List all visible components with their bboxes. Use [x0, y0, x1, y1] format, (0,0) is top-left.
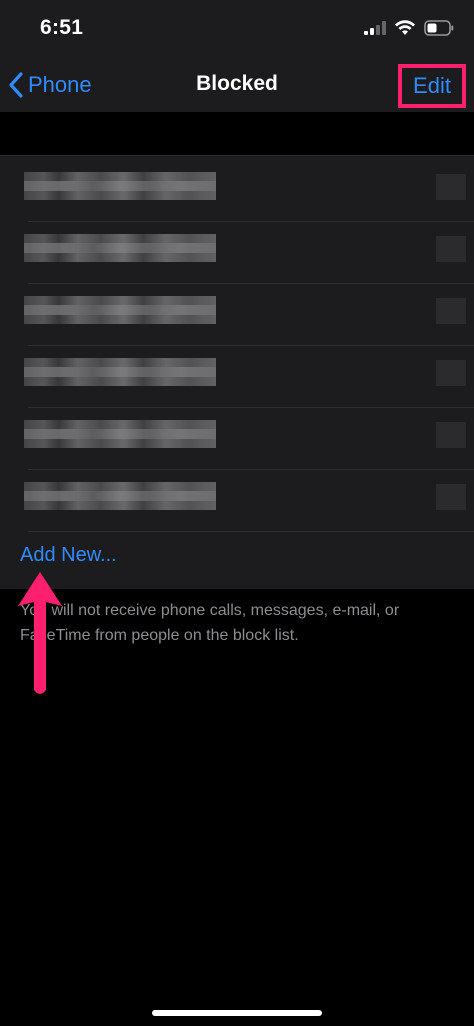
blurred-detail	[436, 422, 466, 448]
blurred-contact	[24, 296, 216, 324]
blurred-detail	[436, 298, 466, 324]
status-bar: 6:51	[0, 0, 474, 58]
navigation-bar: Phone Blocked Edit	[0, 58, 474, 112]
blurred-contact	[24, 358, 216, 386]
blocked-contact-row[interactable]	[14, 280, 474, 346]
blocked-contacts-list	[0, 155, 474, 589]
status-icons	[364, 19, 454, 41]
blurred-contact	[24, 482, 216, 510]
wifi-icon	[394, 19, 416, 41]
blocked-contact-row[interactable]	[14, 218, 474, 284]
blocked-contact-row[interactable]	[14, 342, 474, 408]
blocked-contact-row[interactable]	[14, 404, 474, 470]
blurred-detail	[436, 174, 466, 200]
blocked-contact-row[interactable]	[14, 156, 474, 222]
status-time: 6:51	[40, 16, 84, 39]
blurred-detail	[436, 236, 466, 262]
add-new-button[interactable]: Add New...	[20, 544, 117, 567]
blocked-contact-row[interactable]	[14, 466, 474, 532]
blurred-detail	[436, 484, 466, 510]
home-indicator[interactable]	[152, 1010, 322, 1016]
block-list-footer-note: You will not receive phone calls, messag…	[20, 602, 400, 644]
cellular-signal-icon	[364, 20, 386, 40]
blurred-contact	[24, 420, 216, 448]
blurred-contact	[24, 172, 216, 200]
row-divider	[28, 531, 474, 532]
annotation-arrow-icon	[18, 572, 62, 694]
edit-button[interactable]: Edit	[398, 64, 466, 108]
blurred-detail	[436, 360, 466, 386]
battery-icon	[424, 19, 454, 41]
blurred-contact	[24, 234, 216, 262]
